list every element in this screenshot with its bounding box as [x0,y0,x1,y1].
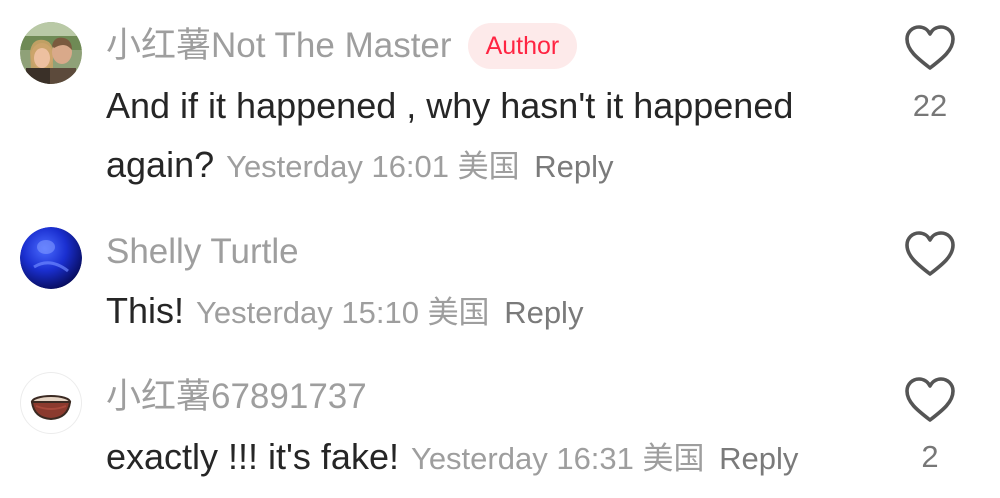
location: 美国 [642,441,705,476]
reply-button[interactable]: Reply [504,295,583,330]
bowl-avatar [30,395,72,421]
comment-meta: Yesterday 16:31 美国 Reply [411,441,798,476]
comment-text: exactly !!! it's fake! Yesterday 16:31 美国… [106,427,886,488]
location: 美国 [457,149,520,184]
like-count: 22 [912,88,948,123]
location: 美国 [427,295,490,330]
like-button[interactable] [903,376,957,424]
timestamp: Yesterday 16:31 [410,441,634,476]
username[interactable]: 小红薯67891737 [106,374,367,420]
comment-text: This! Yesterday 15:10 美国 Reply [106,281,886,342]
username[interactable]: 小红薯Not The Master [106,23,452,69]
timestamp: Yesterday 15:10 [196,295,419,330]
author-badge: Author [467,23,578,69]
photo-avatar-couple [20,22,82,84]
heart-outline-icon [905,231,955,276]
comment-body: This! [106,290,185,331]
username-row: Shelly Turtle [106,229,299,275]
username[interactable]: Shelly Turtle [106,229,299,275]
user-avatar[interactable] [20,227,82,289]
comment-text: And if it happened , why hasn't it happe… [106,76,886,196]
comment-meta: Yesterday 16:01 美国 Reply [226,149,613,184]
heart-outline-icon [905,25,955,70]
reply-button[interactable]: Reply [719,441,798,476]
user-avatar[interactable] [20,22,82,84]
username-row: 小红薯67891737 [106,374,367,420]
like-button[interactable] [903,230,957,278]
reply-button[interactable]: Reply [534,149,613,184]
heart-outline-icon [905,377,955,422]
user-avatar[interactable] [20,372,82,434]
username-row: 小红薯Not The Master Author [106,23,578,69]
comment-meta: Yesterday 15:10 美国 Reply [196,295,583,330]
comment-body: exactly !!! it's fake! [106,436,399,477]
like-count: 2 [921,439,939,474]
photo-avatar-blue [20,227,82,289]
timestamp: Yesterday 16:01 [226,149,450,184]
like-button[interactable] [903,24,957,72]
